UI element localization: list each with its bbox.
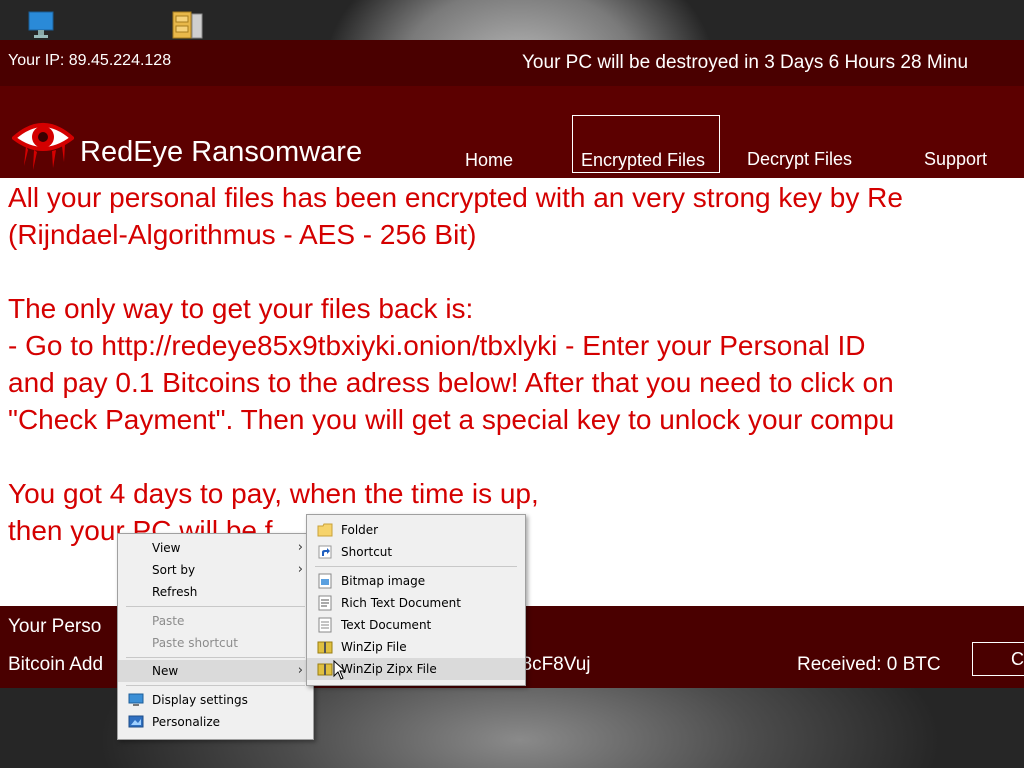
check-payment-button-label: C: [1011, 649, 1024, 669]
mouse-cursor-icon: [333, 660, 347, 680]
menu-item-sort-by[interactable]: Sort by ›: [118, 559, 313, 581]
chevron-right-icon: ›: [297, 663, 303, 678]
submenu-item-text-document[interactable]: Text Document: [307, 614, 525, 636]
folder-icon: [317, 523, 333, 537]
nav-encrypted-files-label: Encrypted Files: [581, 150, 706, 170]
message-line: The only way to get your files back is:: [8, 293, 474, 324]
received-amount: Received: 0 BTC: [797, 654, 941, 675]
menu-item-personalize[interactable]: Personalize: [118, 711, 313, 733]
nav-home[interactable]: Home: [465, 150, 513, 171]
desktop-context-menu: View › Sort by › Refresh Paste Paste sho…: [117, 533, 314, 740]
nav-decrypt-files[interactable]: Decrypt Files: [747, 149, 852, 170]
menu-separator: [315, 566, 517, 567]
ip-address-text: Your IP: 89.45.224.128: [8, 52, 172, 69]
submenu-item-shortcut[interactable]: Shortcut: [307, 541, 525, 563]
menu-item-label: Display settings: [152, 693, 248, 707]
submenu-item-label: Shortcut: [341, 545, 393, 559]
menu-item-display-settings[interactable]: Display settings: [118, 689, 313, 711]
message-line: All your personal files has been encrypt…: [8, 182, 903, 213]
display-icon: [128, 693, 144, 706]
this-pc-icon[interactable]: [26, 8, 60, 42]
file-cabinet-icon[interactable]: [170, 8, 204, 42]
submenu-item-folder[interactable]: Folder: [307, 519, 525, 541]
ransomware-top-bar: Your IP: 89.45.224.128 Your PC will be d…: [0, 40, 1024, 86]
chevron-right-icon: ›: [297, 540, 303, 555]
shortcut-icon: [318, 545, 332, 559]
menu-item-label: View: [152, 541, 181, 555]
menu-item-label: New: [152, 664, 179, 678]
ransomware-header: RedEye Ransomware Home Encrypted Files D…: [0, 86, 1024, 178]
message-line: - Go to http://redeye85x9tbxiyki.onion/t…: [8, 330, 866, 361]
submenu-item-label: Bitmap image: [341, 574, 426, 588]
submenu-item-winzip-file[interactable]: WinZip File: [307, 636, 525, 658]
message-line: "Check Payment". Then you will get a spe…: [8, 404, 895, 435]
message-line: (Rijndael-Algorithmus - AES - 256 Bit): [8, 219, 477, 250]
menu-item-paste-shortcut[interactable]: Paste shortcut: [118, 632, 313, 654]
menu-separator: [126, 685, 305, 686]
menu-item-view[interactable]: View ›: [118, 537, 313, 559]
menu-separator: [126, 606, 305, 607]
submenu-item-label: WinZip File: [341, 640, 407, 654]
menu-item-new[interactable]: New ›: [118, 660, 313, 682]
nav-support[interactable]: Support: [924, 149, 987, 170]
menu-item-paste[interactable]: Paste: [118, 610, 313, 632]
submenu-item-bitmap-image[interactable]: Bitmap image: [307, 570, 525, 592]
bitmap-icon: [318, 573, 332, 589]
menu-separator: [126, 657, 305, 658]
countdown-text: Your PC will be destroyed in 3 Days 6 Ho…: [522, 52, 969, 73]
check-payment-button[interactable]: C: [972, 642, 1024, 676]
red-eye-logo-icon: [12, 123, 74, 170]
personal-id-label: Your Perso: [8, 616, 102, 637]
submenu-item-label: Folder: [341, 523, 379, 537]
winzip-zipx-icon: [317, 663, 333, 676]
submenu-item-label: WinZip Zipx File: [341, 662, 437, 676]
menu-item-refresh[interactable]: Refresh: [118, 581, 313, 603]
submenu-item-label: Text Document: [341, 618, 432, 632]
submenu-item-label: Rich Text Document: [341, 596, 461, 610]
rtf-document-icon: [318, 595, 332, 611]
bitcoin-address-label: Bitcoin Add: [8, 654, 104, 675]
menu-item-label: Refresh: [152, 585, 198, 599]
chevron-right-icon: ›: [297, 562, 303, 577]
menu-item-label: Personalize: [152, 715, 221, 729]
nav-encrypted-files[interactable]: Encrypted Files: [572, 115, 720, 173]
submenu-item-rich-text-document[interactable]: Rich Text Document: [307, 592, 525, 614]
message-line: and pay 0.1 Bitcoins to the adress below…: [8, 367, 894, 398]
personalize-icon: [128, 715, 144, 728]
menu-item-label: Paste shortcut: [152, 636, 238, 650]
message-line: You got 4 days to pay, when the time is …: [8, 478, 539, 509]
brand-title: RedEye Ransomware: [80, 136, 363, 168]
menu-item-label: Paste: [152, 614, 185, 628]
winzip-icon: [317, 641, 333, 654]
menu-item-label: Sort by: [152, 563, 196, 577]
text-document-icon: [318, 617, 332, 633]
